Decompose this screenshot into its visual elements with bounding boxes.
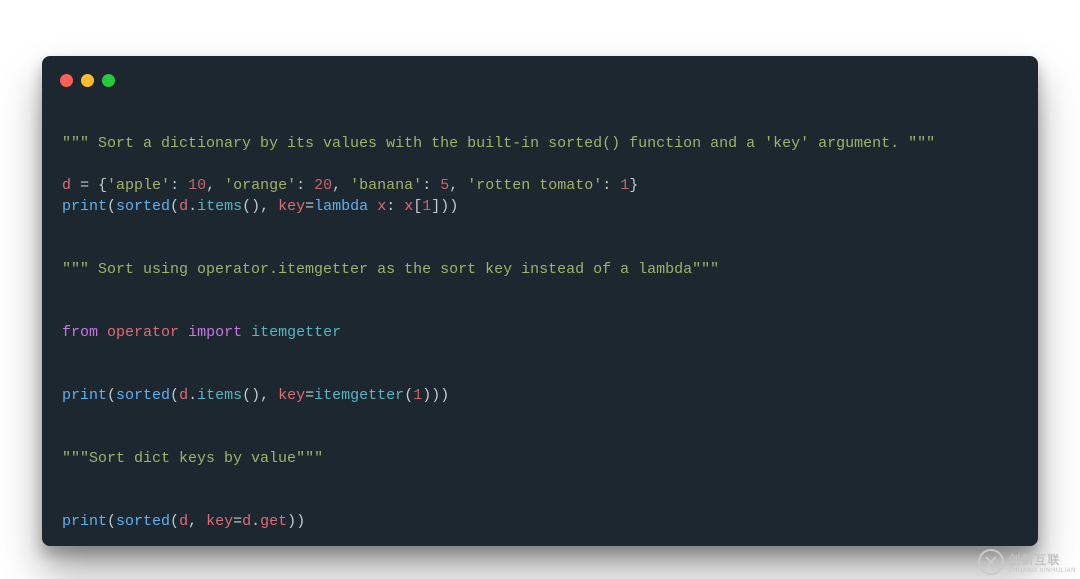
docstring-3: """Sort dict keys by value"""	[62, 450, 323, 467]
docstring-2: """ Sort using operator.itemgetter as th…	[62, 261, 719, 278]
code-window: """ Sort a dictionary by its values with…	[42, 56, 1038, 546]
window-traffic-lights	[60, 74, 115, 87]
zoom-icon	[102, 74, 115, 87]
watermark-text: 创新互联 CHUANG XINHULIAN	[1008, 551, 1076, 574]
minimize-icon	[81, 74, 94, 87]
watermark: 创新互联 CHUANG XINHULIAN	[978, 549, 1076, 575]
docstring-1: """ Sort a dictionary by its values with…	[62, 135, 935, 152]
watermark-zh: 创新互联	[1008, 551, 1076, 568]
print-call: print	[62, 198, 107, 215]
from-keyword: from	[62, 324, 98, 341]
close-icon	[60, 74, 73, 87]
code-block: """ Sort a dictionary by its values with…	[62, 112, 1018, 530]
watermark-en: CHUANG XINHULIAN	[1008, 568, 1076, 574]
variable-d: d	[62, 177, 71, 194]
watermark-logo-icon	[978, 549, 1004, 575]
